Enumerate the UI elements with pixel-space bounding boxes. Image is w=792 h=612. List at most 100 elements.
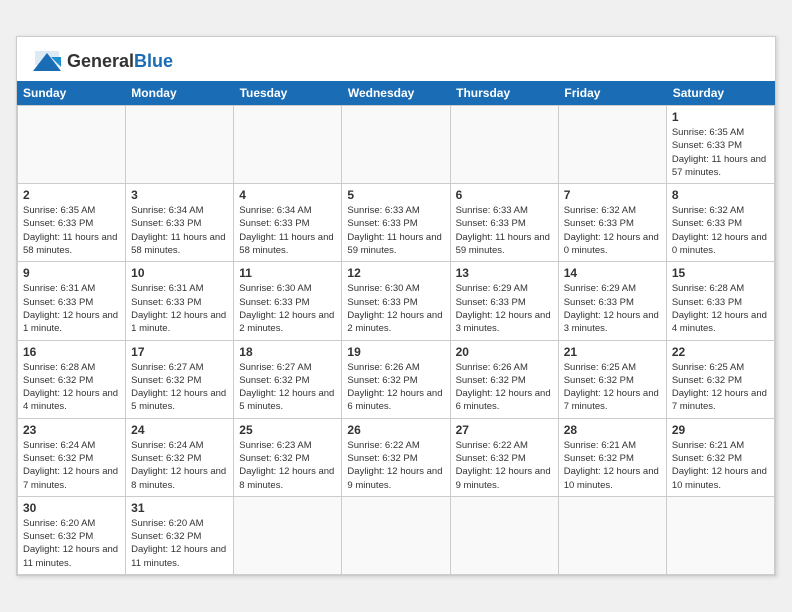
calendar-cell-18: 18 Sunrise: 6:27 AM Sunset: 6:32 PM Dayli… [234,341,342,419]
calendar-cell-20: 20Sunrise: 6:26 AM Sunset: 6:32 PM Dayli… [451,341,559,419]
calendar-cell-15: 15Sunrise: 6:28 AM Sunset: 6:33 PM Dayli… [667,262,775,340]
cell-info-text: Sunrise: 6:30 AM Sunset: 6:33 PM Dayligh… [239,282,336,335]
cell-info-text: Sunrise: 6:25 AM Sunset: 6:32 PM Dayligh… [564,361,661,414]
day-header-saturday: Saturday [667,81,775,105]
cell-info-text: Sunrise: 6:21 AM Sunset: 6:32 PM Dayligh… [564,439,661,492]
cell-date-number: 6 [456,188,553,202]
cell-date-number: 24 [131,423,228,437]
cell-date-number: 25 [239,423,336,437]
calendar-cell-10: 10Sunrise: 6:31 AM Sunset: 6:33 PM Dayli… [126,262,234,340]
cell-info-text: Sunrise: 6:29 AM Sunset: 6:33 PM Dayligh… [456,282,553,335]
cell-date-number: 23 [23,423,120,437]
cell-info-text: Sunrise: 6:24 AM Sunset: 6:32 PM Dayligh… [131,439,228,492]
calendar-cell-26: 26 Sunrise: 6:22 AM Sunset: 6:32 PM Dayli… [342,419,450,497]
cell-date-number: 31 [131,501,228,515]
calendar-cell-5: 5 Sunrise: 6:33 AM Sunset: 6:33 PM Daylig… [342,184,450,262]
calendar-cell-24: 24 Sunrise: 6:24 AM Sunset: 6:32 PM Dayli… [126,419,234,497]
cell-info-text: Sunrise: 6:35 AM Sunset: 6:33 PM Dayligh… [672,126,769,179]
cell-date-number: 20 [456,345,553,359]
calendar-cell-empty [559,106,667,184]
cell-date-number: 22 [672,345,769,359]
cell-date-number: 7 [564,188,661,202]
calendar-cell-21: 21 Sunrise: 6:25 AM Sunset: 6:32 PM Dayli… [559,341,667,419]
calendar-cell-1: 1 Sunrise: 6:35 AM Sunset: 6:33 PM Daylig… [667,106,775,184]
calendar-cell-29: 29 Sunrise: 6:21 AM Sunset: 6:32 PM Dayli… [667,419,775,497]
cell-info-text: Sunrise: 6:20 AM Sunset: 6:32 PM Dayligh… [131,517,228,570]
cell-info-text: Sunrise: 6:33 AM Sunset: 6:33 PM Dayligh… [347,204,444,257]
calendar-cell-empty [451,497,559,575]
cell-info-text: Sunrise: 6:27 AM Sunset: 6:32 PM Dayligh… [239,361,336,414]
calendar-cell-empty [342,497,450,575]
cell-date-number: 2 [23,188,120,202]
logo-area: GeneralBlue [31,47,173,75]
calendar-cell-30: 30 Sunrise: 6:20 AM Sunset: 6:32 PM Dayli… [18,497,126,575]
cell-info-text: Sunrise: 6:29 AM Sunset: 6:33 PM Dayligh… [564,282,661,335]
calendar-cell-2: 2 Sunrise: 6:35 AM Sunset: 6:33 PM Daylig… [18,184,126,262]
cell-date-number: 29 [672,423,769,437]
cell-date-number: 15 [672,266,769,280]
calendar-cell-13: 13 Sunrise: 6:29 AM Sunset: 6:33 PM Dayli… [451,262,559,340]
cell-info-text: Sunrise: 6:21 AM Sunset: 6:32 PM Dayligh… [672,439,769,492]
calendar-cell-8: 8 Sunrise: 6:32 AM Sunset: 6:33 PM Daylig… [667,184,775,262]
calendar-cell-22: 22 Sunrise: 6:25 AM Sunset: 6:32 PM Dayli… [667,341,775,419]
cell-date-number: 28 [564,423,661,437]
day-header-sunday: Sunday [17,81,125,105]
cell-date-number: 1 [672,110,769,124]
calendar-cell-31: 31 Sunrise: 6:20 AM Sunset: 6:32 PM Dayli… [126,497,234,575]
cell-info-text: Sunrise: 6:23 AM Sunset: 6:32 PM Dayligh… [239,439,336,492]
calendar-cell-empty [559,497,667,575]
cell-date-number: 13 [456,266,553,280]
calendar-cell-11: 11Sunrise: 6:30 AM Sunset: 6:33 PM Dayli… [234,262,342,340]
calendar-cell-empty [18,106,126,184]
cell-info-text: Sunrise: 6:22 AM Sunset: 6:32 PM Dayligh… [456,439,553,492]
calendar-cell-empty [234,497,342,575]
calendar-cell-3: 3Sunrise: 6:34 AM Sunset: 6:33 PM Daylig… [126,184,234,262]
logo-icon [31,47,63,75]
cell-date-number: 12 [347,266,444,280]
cell-info-text: Sunrise: 6:34 AM Sunset: 6:33 PM Dayligh… [131,204,228,257]
cell-date-number: 30 [23,501,120,515]
cell-info-text: Sunrise: 6:32 AM Sunset: 6:33 PM Dayligh… [672,204,769,257]
cell-info-text: Sunrise: 6:25 AM Sunset: 6:32 PM Dayligh… [672,361,769,414]
calendar-header: GeneralBlue [17,37,775,81]
day-header-monday: Monday [125,81,233,105]
calendar-cell-23: 23 Sunrise: 6:24 AM Sunset: 6:32 PM Dayli… [18,419,126,497]
cell-date-number: 27 [456,423,553,437]
cell-date-number: 19 [347,345,444,359]
calendar-cell-6: 6 Sunrise: 6:33 AM Sunset: 6:33 PM Daylig… [451,184,559,262]
cell-date-number: 10 [131,266,228,280]
calendar-cell-17: 17Sunrise: 6:27 AM Sunset: 6:32 PM Dayli… [126,341,234,419]
cell-date-number: 18 [239,345,336,359]
calendar-cell-16: 16Sunrise: 6:28 AM Sunset: 6:32 PM Dayli… [18,341,126,419]
calendar-cell-27: 27 Sunrise: 6:22 AM Sunset: 6:32 PM Dayli… [451,419,559,497]
cell-date-number: 8 [672,188,769,202]
cell-date-number: 17 [131,345,228,359]
cell-info-text: Sunrise: 6:22 AM Sunset: 6:32 PM Dayligh… [347,439,444,492]
cell-info-text: Sunrise: 6:34 AM Sunset: 6:33 PM Dayligh… [239,204,336,257]
calendar-cell-19: 19 Sunrise: 6:26 AM Sunset: 6:32 PM Dayli… [342,341,450,419]
cell-info-text: Sunrise: 6:24 AM Sunset: 6:32 PM Dayligh… [23,439,120,492]
cell-date-number: 14 [564,266,661,280]
cell-info-text: Sunrise: 6:26 AM Sunset: 6:32 PM Dayligh… [347,361,444,414]
calendar-cell-empty [126,106,234,184]
calendar-cell-12: 12Sunrise: 6:30 AM Sunset: 6:33 PM Dayli… [342,262,450,340]
cell-info-text: Sunrise: 6:32 AM Sunset: 6:33 PM Dayligh… [564,204,661,257]
calendar-cell-9: 9Sunrise: 6:31 AM Sunset: 6:33 PM Daylig… [18,262,126,340]
calendar-cell-7: 7 Sunrise: 6:32 AM Sunset: 6:33 PM Daylig… [559,184,667,262]
cell-date-number: 26 [347,423,444,437]
calendar-cell-14: 14 Sunrise: 6:29 AM Sunset: 6:33 PM Dayli… [559,262,667,340]
cell-info-text: Sunrise: 6:20 AM Sunset: 6:32 PM Dayligh… [23,517,120,570]
day-header-thursday: Thursday [450,81,558,105]
cell-info-text: Sunrise: 6:33 AM Sunset: 6:33 PM Dayligh… [456,204,553,257]
cell-date-number: 5 [347,188,444,202]
day-headers-row: SundayMondayTuesdayWednesdayThursdayFrid… [17,81,775,105]
cell-date-number: 21 [564,345,661,359]
day-header-wednesday: Wednesday [342,81,450,105]
cell-info-text: Sunrise: 6:35 AM Sunset: 6:33 PM Dayligh… [23,204,120,257]
day-header-friday: Friday [558,81,666,105]
logo-text: GeneralBlue [67,52,173,70]
calendar-cell-25: 25 Sunrise: 6:23 AM Sunset: 6:32 PM Dayli… [234,419,342,497]
day-header-tuesday: Tuesday [234,81,342,105]
calendar-grid: 1 Sunrise: 6:35 AM Sunset: 6:33 PM Daylig… [17,105,775,575]
calendar-cell-4: 4Sunrise: 6:34 AM Sunset: 6:33 PM Daylig… [234,184,342,262]
